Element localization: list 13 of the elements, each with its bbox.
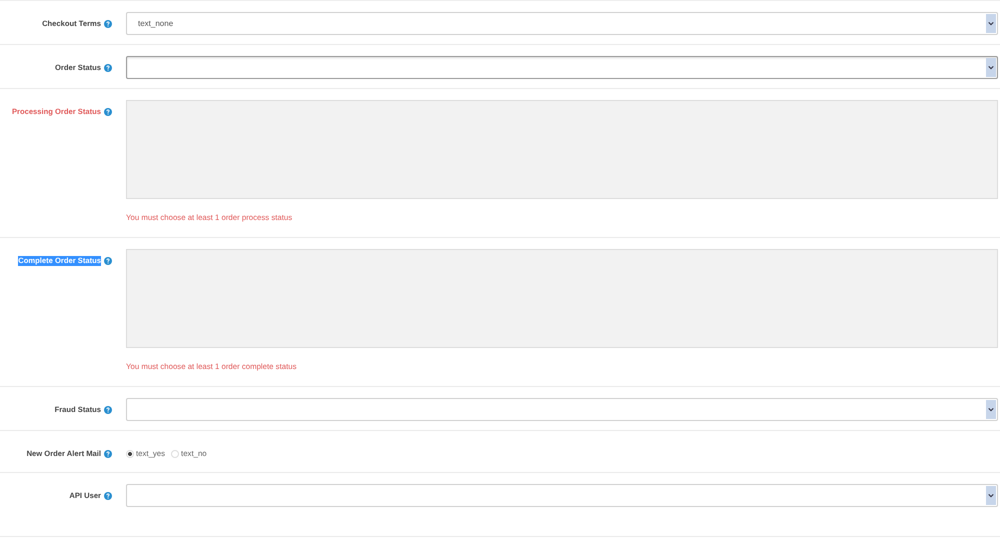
select-field[interactable] bbox=[126, 56, 998, 79]
help-icon[interactable] bbox=[104, 492, 112, 500]
help-icon[interactable] bbox=[104, 406, 112, 414]
help-icon[interactable] bbox=[104, 64, 112, 72]
help-icon[interactable] bbox=[104, 108, 112, 116]
help-icon[interactable] bbox=[104, 257, 112, 265]
radio-button[interactable] bbox=[171, 450, 180, 458]
select-field[interactable] bbox=[126, 484, 998, 507]
help-icon[interactable] bbox=[104, 20, 112, 28]
help-icon[interactable] bbox=[104, 450, 112, 458]
select-field[interactable]: text_none bbox=[126, 12, 998, 35]
radio-button[interactable] bbox=[126, 450, 134, 458]
select-field[interactable] bbox=[126, 398, 998, 421]
